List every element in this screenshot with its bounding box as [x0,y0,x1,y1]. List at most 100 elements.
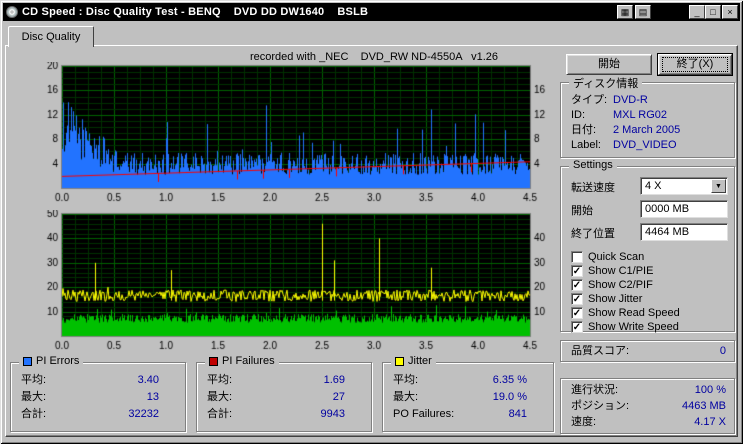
check-icon: ✓ [573,294,581,305]
position-row: ポジション: 4463 MB [561,398,734,414]
disc-type-label: タイプ: [571,93,613,108]
cd-speed-window: CD Speed : Disc Quality Test - BENQ DVD … [0,0,743,444]
disc-id-row: ID: MXL RG02 [561,108,734,123]
window-title: CD Speed : Disc Quality Test - BENQ DVD … [22,6,368,18]
progress-box: 進行状況: 100 % ポジション: 4463 MB 速度: 4.17 X [560,378,735,434]
checkbox-show-c2-pif[interactable]: ✓ Show C2/PIF [571,277,653,292]
checkbox-show-write-speed[interactable]: ✓ Show Write Speed [571,319,679,334]
chevron-down-icon[interactable]: ▼ [711,179,726,193]
pi-failures-avg-label: 平均: [207,372,232,389]
disc-label-row: Label: DVD_VIDEO [561,138,734,153]
show-read-speed-label: Show Read Speed [588,307,680,319]
window-tool-grid-icon[interactable]: ▦ [617,5,633,19]
checkbox-quick-scan[interactable]: Quick Scan [571,249,644,264]
disc-date-value: 2 March 2005 [613,123,680,138]
jitter-stats: Jitter 平均:6.35 % 最大:19.0 % PO Failures:8… [382,362,554,432]
quality-score-label: 品質スコア: [571,341,629,361]
end-position-row: 終了位置 [561,223,734,243]
check-icon: ✓ [573,322,581,333]
pi-errors-title: PI Errors [36,355,79,367]
pi-errors-stats: PI Errors 平均:3.40 最大:13 合計:32232 [10,362,186,432]
pi-errors-color-chip [23,357,32,366]
disc-date-row: 日付: 2 March 2005 [561,123,734,138]
show-c2-pif-label: Show C2/PIF [588,279,653,291]
check-icon: ✓ [573,308,581,319]
transfer-speed-select[interactable]: 4 X ▼ [640,177,728,195]
disc-type-value: DVD-R [613,93,648,108]
minimize-button[interactable]: _ [689,5,705,19]
pi-errors-max-label: 最大: [21,389,46,406]
check-icon: ✓ [573,266,581,277]
title-bar[interactable]: CD Speed : Disc Quality Test - BENQ DVD … [3,3,740,21]
transfer-speed-label: 転送速度 [571,179,615,195]
po-failures-value: 841 [509,406,545,423]
settings-title: Settings [569,159,617,171]
close-button[interactable]: × [722,5,738,19]
disc-info-title: ディスク情報 [569,75,642,91]
jitter-max-value: 19.0 % [493,389,545,406]
show-jitter-label: Show Jitter [588,293,642,305]
check-icon: ✓ [573,280,581,291]
show-read-speed-checkbox[interactable]: ✓ [571,307,583,319]
disc-label-value: DVD_VIDEO [613,138,677,153]
pi-failures-total-value: 9943 [321,406,363,423]
disc-info-group: ディスク情報 タイプ: DVD-R ID: MXL RG02 日付: 2 Mar… [560,82,735,158]
pi-errors-chart [8,62,556,208]
show-c2-pif-checkbox[interactable]: ✓ [571,279,583,291]
start-position-row: 開始 [561,200,734,220]
speed-value: 4.17 X [694,414,726,430]
po-failures-label: PO Failures: [393,406,454,423]
exit-button-label: 終了(X) [677,58,714,70]
transfer-speed-value: 4 X [645,180,662,192]
show-jitter-checkbox[interactable]: ✓ [571,293,583,305]
pi-errors-avg-value: 3.40 [138,372,177,389]
pi-failures-color-chip [209,357,218,366]
tab-disc-quality[interactable]: Disc Quality [8,26,94,47]
jitter-color-chip [395,357,404,366]
show-c1-pie-checkbox[interactable]: ✓ [571,265,583,277]
jitter-max-label: 最大: [393,389,418,406]
speed-row: 速度: 4.17 X [561,414,734,430]
transfer-speed-row: 転送速度 4 X ▼ [561,177,734,197]
checkbox-show-read-speed[interactable]: ✓ Show Read Speed [571,305,680,320]
exit-button[interactable]: 終了(X) [658,54,732,75]
pi-failures-stats: PI Failures 平均:1.69 最大:27 合計:9943 [196,362,372,432]
quick-scan-checkbox[interactable] [571,251,583,263]
start-button[interactable]: 開始 [566,54,652,75]
pi-failures-max-label: 最大: [207,389,232,406]
disc-id-value: MXL RG02 [613,108,667,123]
position-label: ポジション: [571,398,629,414]
position-value: 4463 MB [682,398,726,414]
pi-failures-total-label: 合計: [207,406,232,423]
quality-score-box: 品質スコア: 0 [560,340,735,362]
app-disc-icon [6,6,18,18]
window-tool-list-icon[interactable]: ▤ [635,5,651,19]
pi-errors-max-value: 13 [147,389,177,406]
jitter-title: Jitter [408,355,432,367]
show-c1-pie-label: Show C1/PIE [588,265,653,277]
tab-label: Disc Quality [22,31,81,43]
start-button-label: 開始 [598,58,620,70]
show-write-speed-label: Show Write Speed [588,321,679,333]
jitter-chart [8,210,556,356]
quality-score-value: 0 [720,341,726,361]
disc-type-row: タイプ: DVD-R [561,93,734,108]
disc-id-label: ID: [571,108,613,123]
settings-group: Settings 転送速度 4 X ▼ 開始 終了位置 Quick Scan ✓… [560,166,735,332]
pi-failures-title: PI Failures [222,355,275,367]
pi-errors-total-value: 32232 [128,406,177,423]
progress-row: 進行状況: 100 % [561,382,734,398]
checkbox-show-c1-pie[interactable]: ✓ Show C1/PIE [571,263,653,278]
pi-failures-avg-value: 1.69 [324,372,363,389]
end-position-input[interactable] [640,223,728,241]
progress-label: 進行状況: [571,382,618,398]
show-write-speed-checkbox[interactable]: ✓ [571,321,583,333]
maximize-button[interactable]: □ [705,5,721,19]
pi-failures-max-value: 27 [333,389,363,406]
end-position-label: 終了位置 [571,225,615,241]
checkbox-show-jitter[interactable]: ✓ Show Jitter [571,291,642,306]
jitter-avg-value: 6.35 % [493,372,545,389]
start-position-label: 開始 [571,202,593,218]
start-position-input[interactable] [640,200,728,218]
pi-errors-total-label: 合計: [21,406,46,423]
